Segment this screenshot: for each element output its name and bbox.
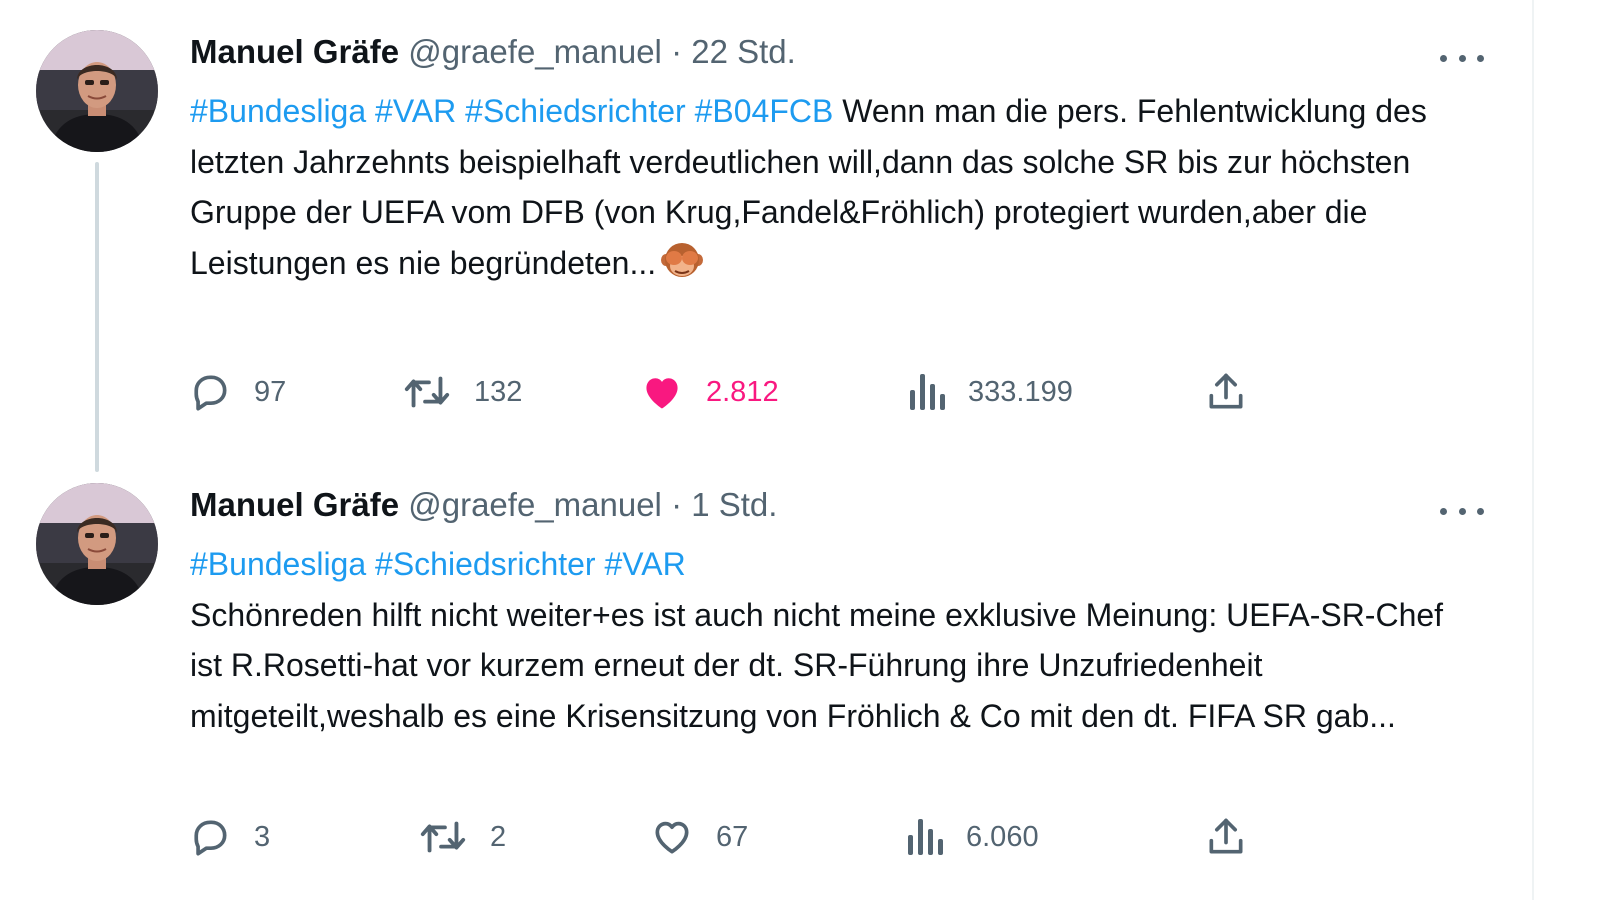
tweet-actions: 97 132 2.812 333.199: [0, 366, 1500, 418]
retweet-count: 132: [474, 375, 523, 408]
hashtag-link[interactable]: #VAR: [604, 546, 685, 582]
author-handle[interactable]: @graefe_manuel: [408, 486, 662, 523]
retweet-icon: [402, 370, 452, 414]
thread-connector-line: [95, 162, 99, 472]
views-icon: [906, 370, 946, 414]
separator-dot: ·: [671, 33, 683, 70]
more-options-button[interactable]: [1440, 501, 1484, 521]
share-button[interactable]: [1204, 366, 1248, 418]
views-button[interactable]: 6.060: [904, 811, 1039, 863]
retweet-button[interactable]: 2: [418, 811, 506, 863]
tweet-header: Manuel Gräfe @graefe_manuel · 1 Std.: [190, 485, 777, 525]
share-icon: [1204, 370, 1248, 414]
more-icon-dot: [1458, 507, 1466, 515]
tweet-actions: 3 2 67 6.060: [0, 811, 1500, 863]
hashtag-link[interactable]: #Schiedsrichter: [465, 93, 686, 129]
views-count: 333.199: [968, 375, 1073, 408]
more-options-button[interactable]: [1440, 48, 1484, 68]
like-button[interactable]: 67: [650, 811, 748, 863]
tweet-text: #Bundesliga #Schiedsrichter #VAR Schönre…: [190, 539, 1480, 741]
hashtag-link[interactable]: #Bundesliga: [190, 546, 366, 582]
reply-count: 97: [254, 375, 287, 408]
reply-button[interactable]: 3: [188, 811, 270, 863]
more-icon-dot: [1477, 54, 1484, 62]
views-button[interactable]: 333.199: [906, 366, 1073, 418]
retweet-count: 2: [490, 820, 507, 853]
more-icon-dot: [1477, 507, 1484, 515]
author-name[interactable]: Manuel Gräfe: [190, 486, 399, 523]
hashtag-link[interactable]: #B04FCB: [695, 93, 834, 129]
tweet-text: #Bundesliga #VAR #Schiedsrichter #B04FCB…: [190, 86, 1480, 296]
tweet-body-text: Schönreden hilft nicht weiter+es ist auc…: [190, 596, 1444, 734]
retweet-icon: [418, 815, 468, 859]
author-name[interactable]: Manuel Gräfe: [190, 33, 399, 70]
views-icon: [904, 815, 944, 859]
heart-icon: [640, 370, 684, 414]
more-icon: [1440, 507, 1447, 515]
reply-count: 3: [254, 820, 271, 853]
more-icon-dot: [1458, 54, 1466, 62]
like-count: 2.812: [706, 375, 779, 408]
separator-dot: ·: [671, 486, 683, 523]
like-button[interactable]: 2.812: [640, 366, 779, 418]
retweet-button[interactable]: 132: [402, 366, 522, 418]
reply-button[interactable]: 97: [188, 366, 286, 418]
author-handle[interactable]: @graefe_manuel: [408, 33, 662, 70]
tweet-timestamp[interactable]: 1 Std.: [691, 486, 777, 523]
tweet-timestamp[interactable]: 22 Std.: [691, 33, 796, 70]
heart-icon: [650, 815, 694, 859]
author-avatar[interactable]: [36, 483, 158, 605]
reply-icon: [188, 815, 232, 859]
reply-icon: [188, 370, 232, 414]
author-avatar[interactable]: [36, 30, 158, 152]
views-count: 6.060: [966, 820, 1039, 853]
see-no-evil-monkey-icon: [660, 238, 704, 297]
timeline-border: [1532, 0, 1534, 900]
hashtag-link[interactable]: #Bundesliga: [190, 93, 366, 129]
hashtag-link[interactable]: #Schiedsrichter: [375, 546, 596, 582]
tweet-header: Manuel Gräfe @graefe_manuel · 22 Std.: [190, 32, 796, 72]
share-icon: [1204, 815, 1248, 859]
more-icon: [1440, 54, 1447, 62]
share-button[interactable]: [1204, 811, 1248, 863]
hashtag-link[interactable]: #VAR: [375, 93, 456, 129]
like-count: 67: [716, 820, 749, 853]
